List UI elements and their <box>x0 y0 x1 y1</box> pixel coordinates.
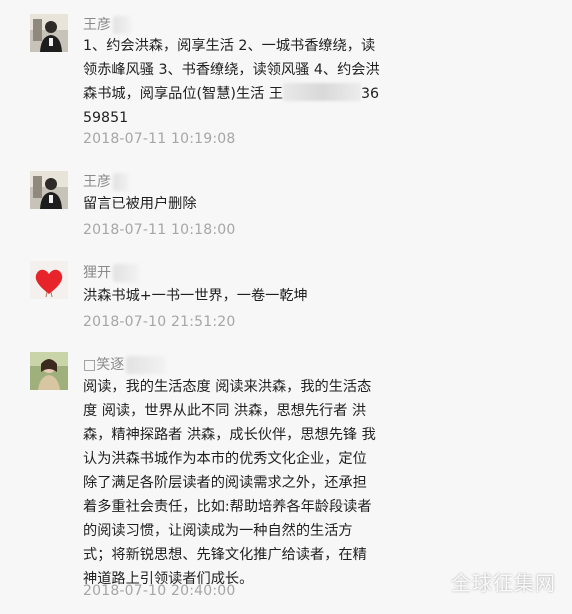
portrait-icon <box>30 352 68 390</box>
comment-timestamp: 2018-07-10 20:40:00 <box>83 583 236 599</box>
comment-text: 洪森书城+一书一世界，一卷一乾坤 <box>83 288 308 304</box>
site-watermark: 全球征集网 <box>451 571 556 595</box>
avatar[interactable] <box>30 171 68 209</box>
commenter-name: 王彦 <box>83 171 129 191</box>
comment-timestamp: 2018-07-11 10:19:08 <box>83 131 236 147</box>
comment-text: 阅读，我的生活态度 阅读来洪森，我的生活态度 阅读，世界从此不同 洪森，思想先行… <box>83 379 376 587</box>
commenter-name: □笑逐 <box>83 354 167 374</box>
commenter-name: 王彦 <box>83 14 131 34</box>
avatar[interactable] <box>30 14 68 52</box>
avatar[interactable] <box>30 261 68 299</box>
comment-item: 王彦 1、约会洪森，阅享生活 2、一城书香缭绕，读领赤峰风骚 3、书香缭绕，读领… <box>10 0 565 163</box>
comment-timestamp: 2018-07-10 21:51:20 <box>83 314 236 330</box>
comment-text: 1、约会洪森，阅享生活 2、一城书香缭绕，读领赤峰风骚 3、书香缭绕，读领风骚 … <box>83 38 380 126</box>
comment-item: 狸开 洪森书城+一书一世界，一卷一乾坤 2018-07-10 21:51:20 <box>10 251 565 344</box>
comment-item: 王彦 留言已被用户删除 2018-07-11 10:18:00 <box>10 162 565 252</box>
person-photo-icon <box>30 171 68 209</box>
comment-text: 留言已被用户删除 <box>83 196 197 212</box>
avatar[interactable] <box>30 352 68 390</box>
redacted-phone <box>283 83 362 101</box>
person-photo-icon <box>30 14 68 52</box>
commenter-name: 狸开 <box>83 262 139 282</box>
comment-list: 王彦 1、约会洪森，阅享生活 2、一城书香缭绕，读领赤峰风骚 3、书香缭绕，读领… <box>10 0 565 614</box>
comment-timestamp: 2018-07-11 10:18:00 <box>83 222 236 238</box>
heart-icon <box>30 261 68 299</box>
